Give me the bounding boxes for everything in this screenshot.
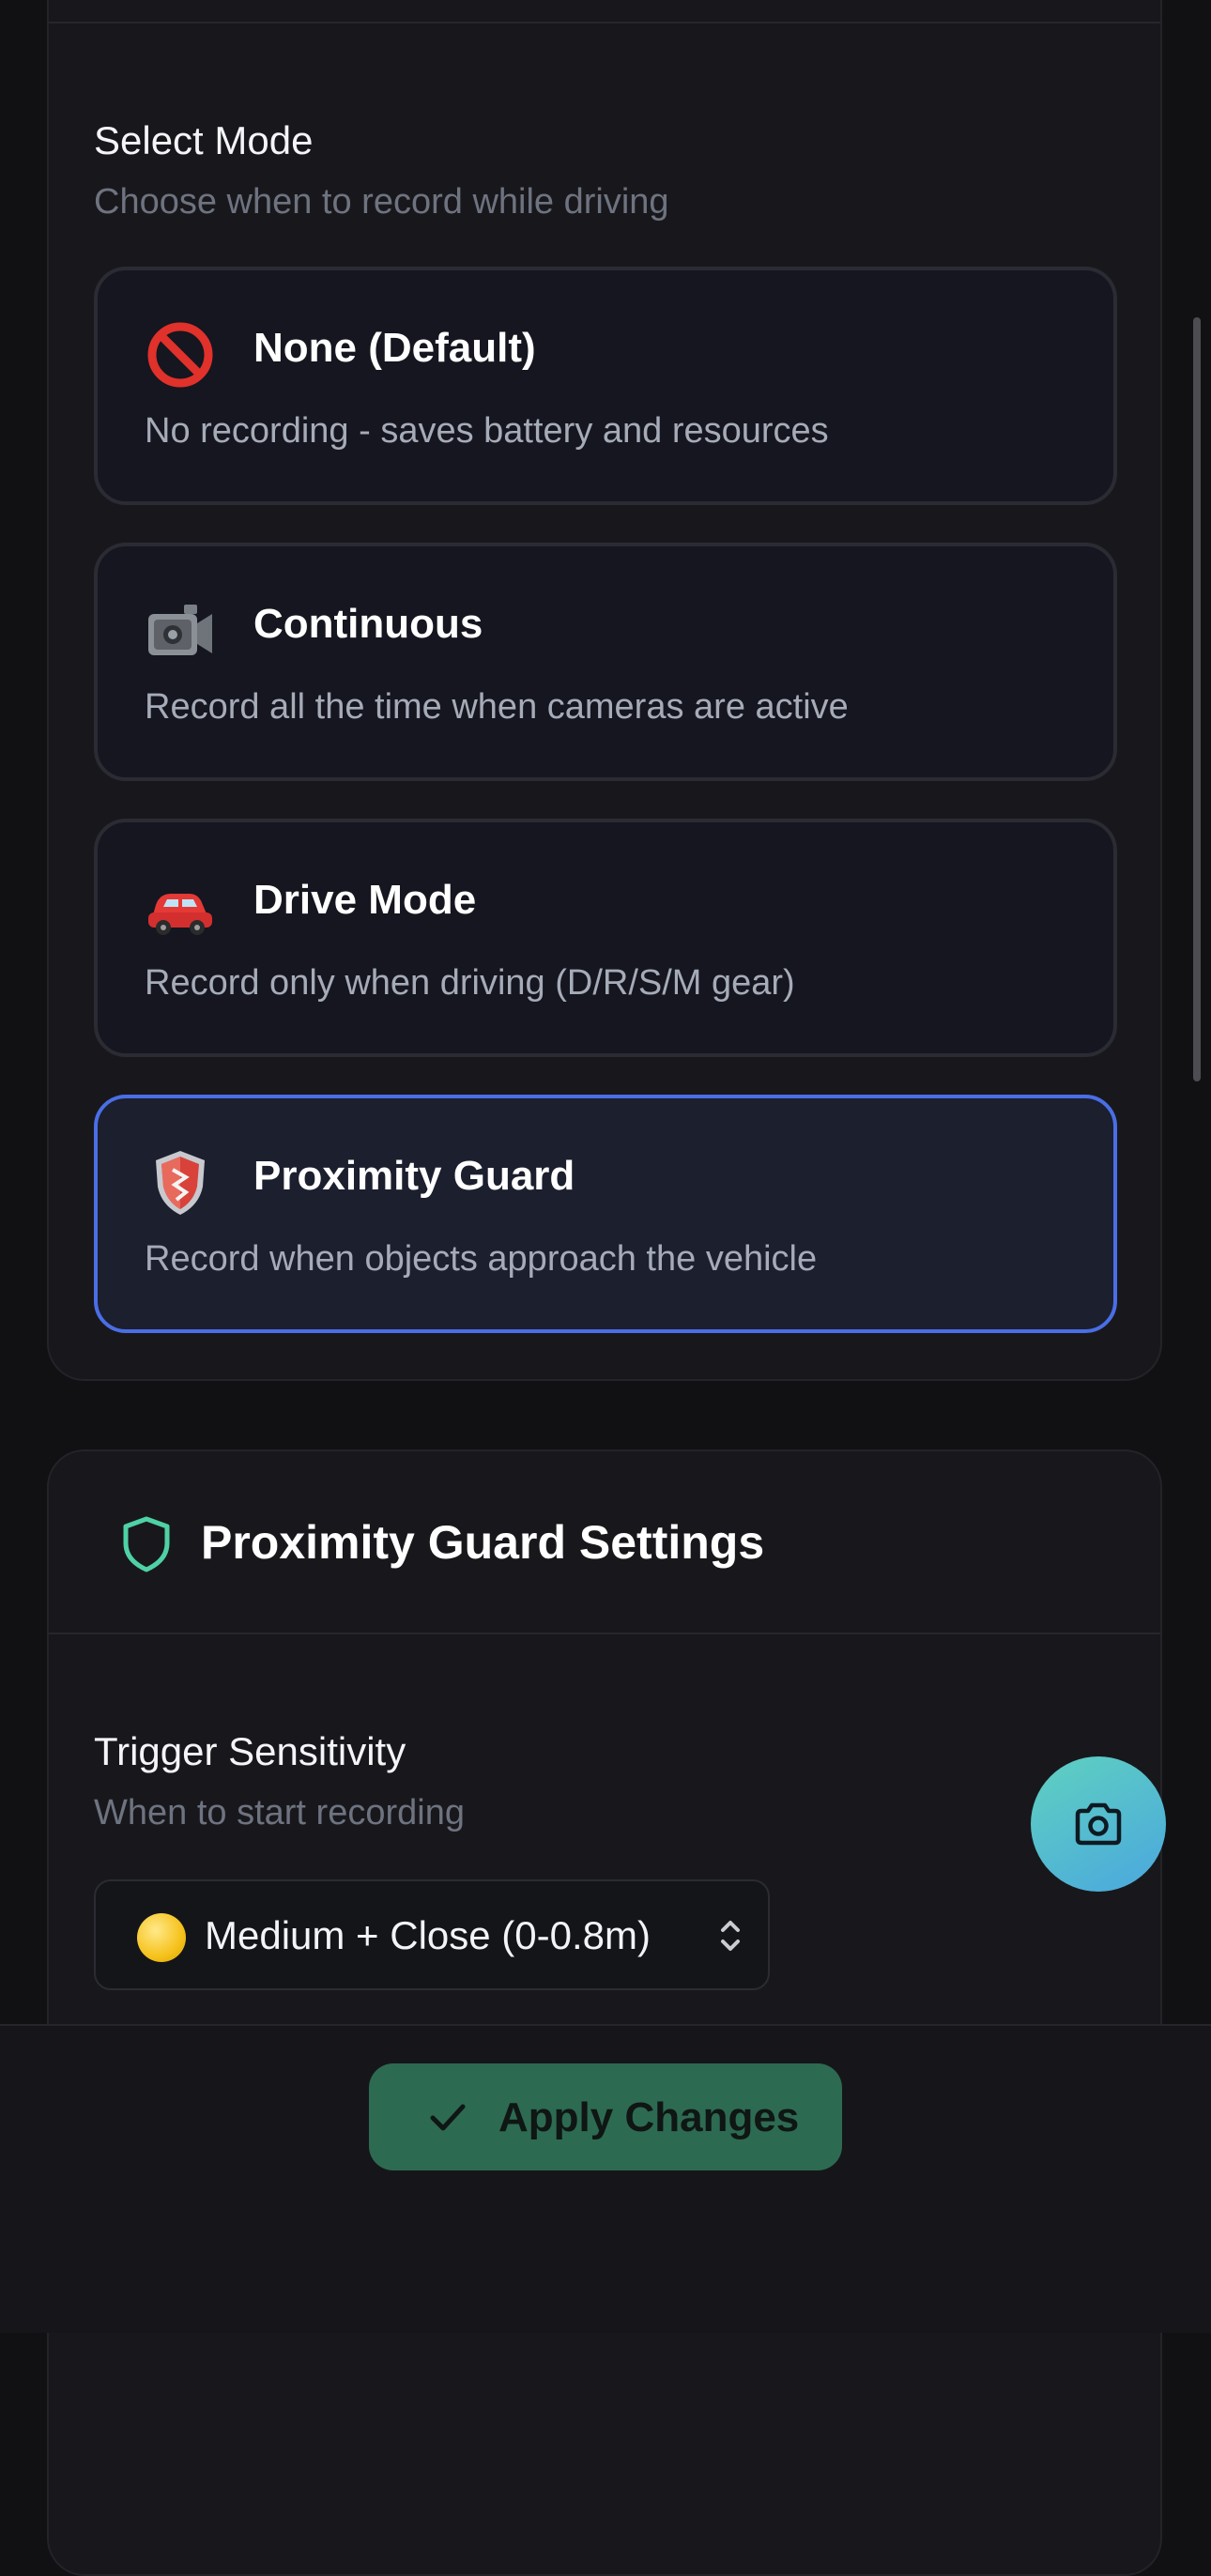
mode-option-description: No recording - saves battery and resourc… [145, 411, 829, 451]
mode-option-drive[interactable]: Drive Mode Record only when driving (D/R… [94, 819, 1117, 1057]
trigger-sensitivity-select[interactable]: Medium + Close (0-0.8m) [94, 1879, 770, 1990]
trigger-sensitivity-hint: When to start recording [94, 1793, 465, 1832]
mode-option-description: Record only when driving (D/R/S/M gear) [145, 963, 795, 1003]
mode-option-title: None (Default) [253, 325, 536, 371]
camera-fab-button[interactable] [1031, 1756, 1166, 1892]
check-icon [430, 2104, 466, 2131]
mode-option-continuous[interactable]: Continuous Record all the time when came… [94, 543, 1117, 781]
camera-icon [1075, 1802, 1122, 1846]
chevron-up-down-icon [721, 1921, 740, 1951]
mode-option-proximity-guard[interactable]: Proximity Guard Record when objects appr… [94, 1095, 1117, 1333]
trigger-sensitivity-label: Trigger Sensitivity [94, 1729, 406, 1773]
card-divider [49, 1633, 1160, 1634]
scrollbar[interactable] [1193, 317, 1201, 1081]
select-mode-subtitle: Choose when to record while driving [94, 182, 669, 222]
recording-mode-card: Select Mode Choose when to record while … [47, 0, 1162, 1381]
mode-option-description: Record when objects approach the vehicle [145, 1239, 818, 1279]
yellow-circle-icon [137, 1913, 186, 1962]
mode-option-title: Drive Mode [253, 877, 477, 923]
no-entry-icon [147, 322, 213, 388]
apply-changes-label: Apply Changes [498, 2094, 800, 2140]
car-icon [148, 894, 212, 935]
proximity-guard-settings-title: Proximity Guard Settings [201, 1516, 765, 1569]
bottom-action-bar: Apply Changes [0, 2024, 1211, 2333]
card-divider [49, 22, 1160, 23]
mode-option-description: Record all the time when cameras are act… [145, 687, 849, 727]
select-mode-title: Select Mode [94, 118, 314, 162]
mode-option-title: Continuous [253, 601, 483, 647]
trigger-sensitivity-value: Medium + Close (0-0.8m) [205, 1913, 651, 1957]
mode-option-title: Proximity Guard [253, 1153, 575, 1199]
proximity-guard-settings-card: Proximity Guard Settings Trigger Sensiti… [47, 1449, 1162, 2576]
mode-option-none[interactable]: None (Default) No recording - saves batt… [94, 267, 1117, 505]
apply-changes-button[interactable]: Apply Changes [369, 2063, 842, 2170]
video-camera-icon [148, 605, 212, 655]
shield-icon [156, 1151, 205, 1215]
shield-outline-icon [123, 1516, 170, 1572]
